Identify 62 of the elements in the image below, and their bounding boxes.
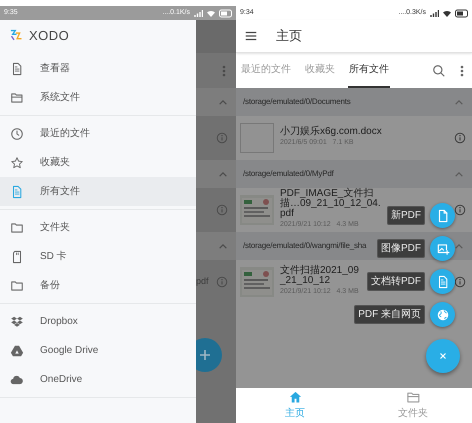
search-icon[interactable] [432,64,446,78]
more-icon[interactable] [460,64,464,76]
image-icon [436,242,450,256]
section-header[interactable]: /storage/emulated/0/Documents [236,88,472,116]
drawer-item[interactable]: Dropbox [0,307,196,336]
drawer-item[interactable]: 收藏夹 [0,148,196,177]
chevron-up-icon [218,98,228,106]
action-label: 新PDF [387,206,425,225]
info-icon [216,132,228,144]
drawer-item[interactable]: Google Drive [0,336,196,365]
add-button[interactable] [196,338,222,372]
file-thumbnail [240,123,274,153]
file-name: pdf [196,275,209,288]
signal-icon [193,8,203,18]
dropbox-icon [10,314,24,328]
logo-icon [9,28,24,43]
document-icon [10,184,24,198]
info-icon[interactable] [454,204,466,216]
app-logo: XODO [29,26,70,45]
action-label: 文档转PDF [367,272,425,291]
more-icon [222,64,226,76]
chevron-up-icon [218,242,228,250]
section-header[interactable]: /storage/emulated/0/MyPdf [236,160,472,188]
battery-icon [219,8,232,18]
folder-path: /storage/emulated/0/wangmi/file_sha [243,240,366,252]
folder-path: /storage/emulated/0/MyPdf [243,168,334,180]
globe-icon [436,308,450,322]
signal-icon [429,8,439,18]
drawer-item[interactable]: 最近的文件 [0,119,196,148]
home-icon [288,390,302,405]
document-icon [10,62,24,76]
battery-icon [455,8,468,18]
chevron-up-icon [218,170,228,178]
info-icon[interactable] [454,132,466,144]
clock-icon [10,126,24,140]
info-icon [216,276,228,288]
folder-icon [10,220,24,234]
wifi-icon [206,8,216,18]
drawer-item[interactable]: 所有文件 [0,177,196,206]
action-label: PDF 来自网页 [354,305,425,324]
drawer-item[interactable]: SD 卡 [0,242,196,271]
folder-icon [10,278,24,292]
file-name: 文件扫描2021_09_21_10_12 [280,266,360,286]
drive-icon [10,344,24,358]
page-title: 主页 [276,27,302,46]
drawer-item[interactable]: OneDrive [0,365,196,394]
menu-icon[interactable] [244,29,258,43]
drawer-item[interactable]: 查看器 [0,54,196,83]
star-icon [10,156,24,170]
wifi-icon [442,8,452,18]
sd-card-icon [10,250,24,264]
info-icon[interactable] [454,276,466,288]
folder-path: /storage/emulated/0/Documents [243,96,351,108]
drawer-item[interactable]: 文件夹 [0,213,196,242]
file-name: PDF_IMAGE_文件扫描…09_21_10_12_04.pdf [280,189,382,220]
info-icon [216,204,228,216]
drawer-item[interactable]: 备份 [0,271,196,300]
folder-icon [10,90,24,104]
file-name: 小刀娱乐x6g.com.docx [280,127,383,138]
drawer-item[interactable]: 系统文件 [0,83,196,112]
folder-icon [406,390,420,405]
action-label: 图像PDF [377,239,425,258]
